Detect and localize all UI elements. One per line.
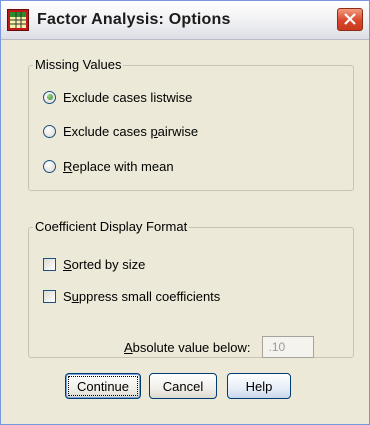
checkbox-sorted-by-size[interactable]: Sorted by size xyxy=(43,255,145,273)
checkbox[interactable] xyxy=(43,289,56,303)
checkbox-suppress-small[interactable]: Suppress small coefficients xyxy=(43,287,220,305)
absolute-value-input[interactable]: .10 xyxy=(262,336,315,358)
help-button[interactable]: Help xyxy=(227,373,291,399)
sorted-by-size-label: Sorted by size xyxy=(63,256,146,272)
coefficient-display-group: Coefficient Display Format Sorted by siz… xyxy=(28,219,354,359)
cancel-button[interactable]: Cancel xyxy=(149,373,217,399)
radio-exclude-pairwise[interactable]: Exclude cases pairwise xyxy=(43,122,198,140)
spss-dialog-icon xyxy=(7,9,29,31)
exclude-pairwise-label: Exclude cases pairwise xyxy=(63,123,199,139)
checkbox[interactable] xyxy=(43,257,56,271)
replace-with-mean-label: Replace with mean xyxy=(63,158,174,174)
radio-replace-with-mean[interactable]: Replace with mean xyxy=(43,157,174,175)
exclude-listwise-label: Exclude cases listwise xyxy=(63,89,193,105)
dialog-window: Factor Analysis: Options Missing Values … xyxy=(0,0,370,425)
radio-button[interactable] xyxy=(43,159,56,173)
close-button[interactable] xyxy=(337,8,363,31)
radio-exclude-listwise[interactable]: Exclude cases listwise xyxy=(43,88,192,106)
absolute-value-row: Absolute value below: .10 xyxy=(124,335,315,359)
missing-values-legend: Missing Values xyxy=(33,57,124,72)
coefficient-display-legend: Coefficient Display Format xyxy=(33,219,190,234)
absolute-value-label: Absolute value below: xyxy=(124,339,251,355)
radio-button[interactable] xyxy=(43,124,56,138)
radio-button-selected[interactable] xyxy=(43,90,56,104)
close-icon xyxy=(344,13,356,25)
window-title: Factor Analysis: Options xyxy=(37,11,231,28)
suppress-small-label: Suppress small coefficients xyxy=(63,288,221,304)
title-bar[interactable]: Factor Analysis: Options xyxy=(1,1,369,40)
missing-values-group: Missing Values Exclude cases listwise Ex… xyxy=(28,57,354,191)
dialog-content: Missing Values Exclude cases listwise Ex… xyxy=(9,41,363,421)
continue-button[interactable]: Continue xyxy=(65,373,141,399)
